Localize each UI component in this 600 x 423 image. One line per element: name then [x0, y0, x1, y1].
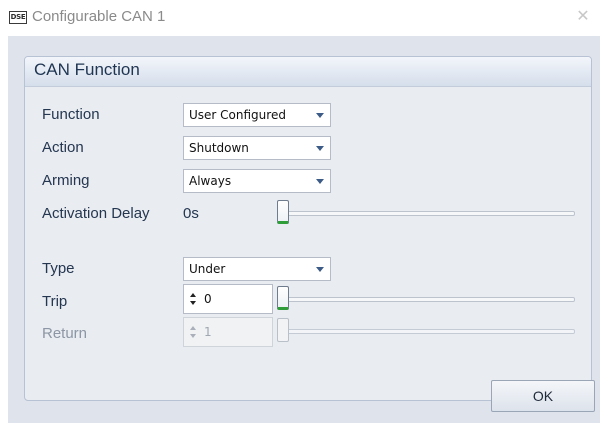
- trip-spinbox[interactable]: 0: [183, 284, 273, 314]
- activation-delay-label: Activation Delay: [42, 205, 150, 222]
- return-value: 1: [204, 325, 212, 339]
- action-label: Action: [42, 139, 84, 156]
- arming-dropdown-value: Always: [189, 174, 232, 188]
- return-slider-track: [283, 329, 575, 334]
- dialog-client-area: CAN Function Function User Configured Ac…: [8, 36, 600, 423]
- activation-delay-slider-thumb[interactable]: [277, 200, 289, 224]
- title-bar: DSE Configurable CAN 1 ✕: [0, 0, 600, 36]
- trip-slider-thumb[interactable]: [277, 286, 289, 310]
- chevron-down-icon: [316, 113, 324, 118]
- arming-label: Arming: [42, 172, 90, 189]
- function-dropdown-value: User Configured: [189, 108, 286, 122]
- trip-label: Trip: [42, 293, 68, 310]
- chevron-down-icon: [316, 179, 324, 184]
- chevron-down-icon: [316, 267, 324, 272]
- can-function-group: CAN Function Function User Configured Ac…: [24, 56, 592, 401]
- arming-dropdown[interactable]: Always: [183, 169, 331, 193]
- group-header: CAN Function: [25, 57, 591, 87]
- activation-delay-slider-track[interactable]: [283, 211, 575, 216]
- function-label: Function: [42, 106, 100, 123]
- close-icon[interactable]: ✕: [574, 8, 592, 26]
- function-dropdown[interactable]: User Configured: [183, 103, 331, 127]
- action-dropdown-value: Shutdown: [189, 141, 249, 155]
- type-dropdown[interactable]: Under: [183, 257, 331, 281]
- trip-value: 0: [204, 292, 212, 306]
- chevron-down-icon: [316, 146, 324, 151]
- app-logo-icon: DSE: [9, 11, 27, 24]
- type-dropdown-value: Under: [189, 262, 226, 276]
- return-spinbox: 1: [183, 317, 273, 347]
- type-label: Type: [42, 260, 75, 277]
- ok-button[interactable]: OK: [491, 380, 595, 412]
- activation-delay-value: 0s: [183, 205, 199, 222]
- action-dropdown[interactable]: Shutdown: [183, 136, 331, 160]
- return-label: Return: [42, 325, 88, 342]
- spin-arrows-icon: [190, 326, 198, 340]
- spin-arrows-icon[interactable]: [190, 293, 198, 307]
- group-title: CAN Function: [34, 60, 140, 79]
- return-slider-thumb: [277, 318, 289, 342]
- window-title: Configurable CAN 1: [32, 8, 166, 25]
- trip-slider-track[interactable]: [283, 297, 575, 302]
